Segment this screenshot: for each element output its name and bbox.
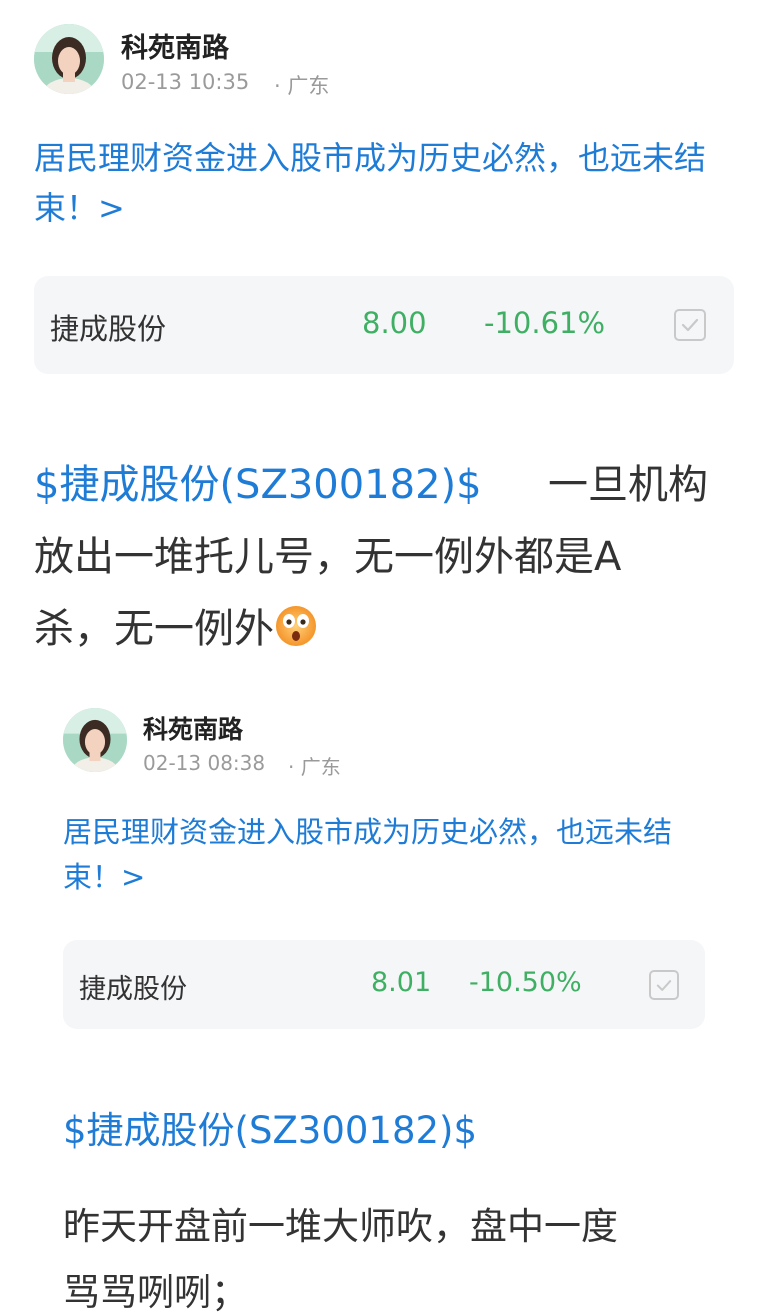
repost-location: · 广东 <box>288 755 341 779</box>
stock-price: 8.00 <box>362 306 427 340</box>
repost-body-line-2: 骂骂咧咧； <box>63 1271 248 1313</box>
post-time: 02-13 10:35 <box>121 70 250 94</box>
post-location: · 广东 <box>274 74 330 98</box>
repost-time: 02-13 08:38 <box>143 751 266 775</box>
add-watchlist-icon[interactable] <box>674 309 706 341</box>
repost-avatar[interactable] <box>63 708 127 772</box>
repost-stock-tag-link[interactable]: $捷成股份(SZ300182)$ <box>63 1100 477 1154</box>
stock-tag-link[interactable]: $捷成股份(SZ300182)$ <box>34 452 482 510</box>
repost-stock-price: 8.01 <box>371 967 432 998</box>
repost-author-name[interactable]: 科苑南路 <box>143 710 243 746</box>
astonished-face-icon <box>274 604 318 648</box>
article-link[interactable]: 居民理财资金进入股市成为历史必然，也远未结束！> <box>34 134 738 233</box>
avatar-photo <box>34 24 104 94</box>
stock-name: 捷成股份 <box>50 312 167 346</box>
repost-stock-name: 捷成股份 <box>79 974 187 1005</box>
repost-avatar-photo <box>63 708 127 772</box>
stock-quote-card[interactable]: 捷成股份 8.00 -10.61% <box>34 276 734 374</box>
author-name[interactable]: 科苑南路 <box>121 26 229 65</box>
repost-body-line-1: 昨天开盘前一堆大师吹，盘中一度 <box>63 1205 618 1248</box>
repost-stock-change: -10.50% <box>469 967 582 998</box>
post-body-line-3: 杀，无一例外 <box>34 596 318 654</box>
post-body-line-2: 放出一堆托儿号，无一例外都是A <box>34 534 622 580</box>
repost-stock-quote-card[interactable]: 捷成股份 8.01 -10.50% <box>63 940 705 1029</box>
repost-article-link[interactable]: 居民理财资金进入股市成为历史必然，也远未结束！> <box>63 810 713 900</box>
post-body-line-3-text: 杀，无一例外 <box>34 606 274 652</box>
stock-change: -10.61% <box>484 306 606 340</box>
avatar[interactable] <box>34 24 104 94</box>
post-body-line-1: 一旦机构 <box>548 462 708 508</box>
repost-add-watchlist-icon[interactable] <box>649 970 679 1000</box>
